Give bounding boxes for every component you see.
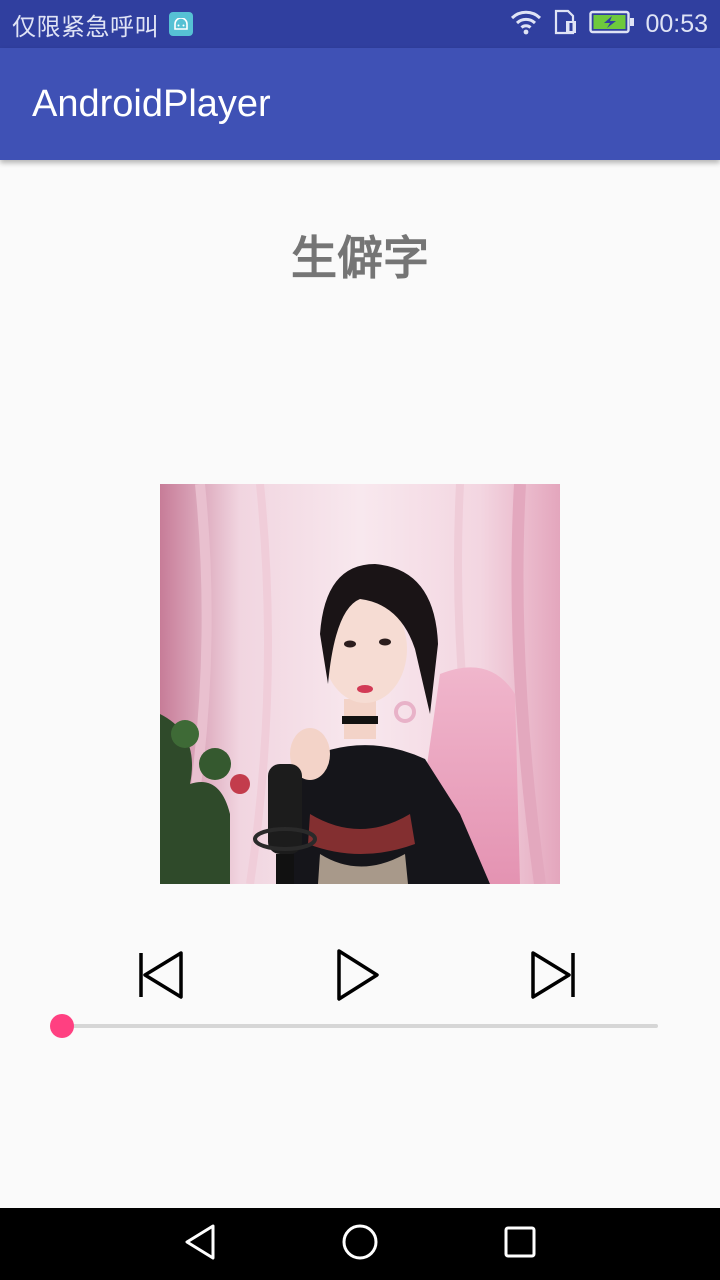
nav-home-button[interactable]	[338, 1222, 382, 1266]
seek-track	[62, 1024, 658, 1028]
app-bar: AndroidPlayer	[0, 48, 720, 160]
nav-recents-button[interactable]	[498, 1222, 542, 1266]
sim-icon	[553, 9, 579, 39]
seek-bar[interactable]	[50, 1014, 660, 1038]
home-icon	[340, 1222, 380, 1266]
nav-back-button[interactable]	[178, 1222, 222, 1266]
previous-button[interactable]	[128, 944, 194, 1010]
song-title: 生僻字	[291, 231, 429, 285]
album-cover-image	[160, 484, 560, 884]
skip-next-icon	[529, 949, 577, 1005]
seek-thumb[interactable]	[50, 1014, 74, 1038]
skip-previous-icon	[137, 949, 185, 1005]
app-title: AndroidPlayer	[32, 82, 271, 125]
android-notification-icon	[169, 12, 193, 36]
play-icon	[333, 947, 381, 1007]
back-icon	[180, 1222, 220, 1266]
battery-charging-icon	[589, 10, 635, 38]
status-bar: 仅限紧急呼叫 00:53	[0, 0, 720, 48]
clock: 00:53	[645, 9, 708, 38]
carrier-status-text: 仅限紧急呼叫	[12, 12, 159, 41]
play-button[interactable]	[324, 944, 390, 1010]
wifi-icon	[509, 9, 543, 39]
navigation-bar	[0, 1208, 720, 1280]
next-button[interactable]	[520, 944, 586, 1010]
recents-icon	[500, 1222, 540, 1266]
